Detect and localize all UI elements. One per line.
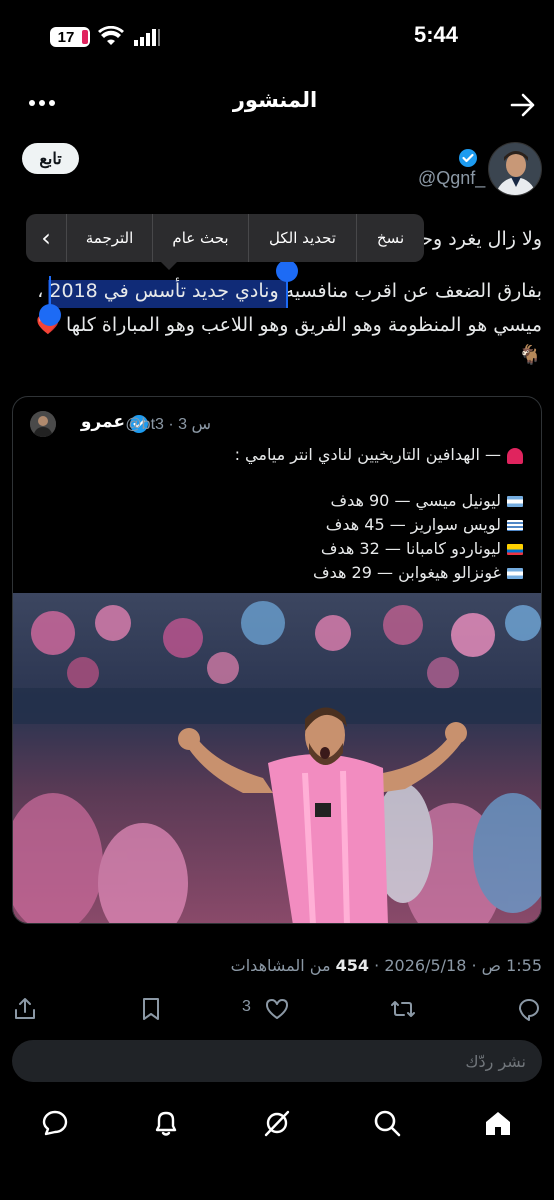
quote-author-avatar[interactable] [30, 411, 56, 437]
author-handle[interactable]: @Qgnf_ [418, 168, 485, 189]
battery-fill [82, 30, 88, 44]
scorer-line: ليونيل ميسي — 90 هدف [330, 491, 523, 510]
scorer-line: ليوناردو كامبانا — 32 هدف [321, 539, 523, 558]
quoted-post[interactable]: عمرو @bt3 · 3 س — الهدافين التاريخيين لن… [12, 396, 542, 924]
quote-meta: @bt3 · 3 س [125, 416, 211, 433]
argentina-flag-icon [507, 496, 523, 507]
context-menu-pointer [160, 261, 178, 270]
selection-start-handle[interactable] [276, 260, 298, 282]
text-context-menu: نسخ تحديد الكل بحث عام الترجمة › [26, 214, 424, 262]
verified-badge-icon [459, 149, 477, 167]
follow-button[interactable]: تابع [22, 143, 79, 174]
bookmark-icon[interactable] [138, 996, 164, 1022]
reply-icon[interactable] [516, 996, 542, 1022]
scorer-text: ليوناردو كامبانا — 32 هدف [320, 539, 501, 558]
search-icon[interactable] [372, 1108, 402, 1138]
goat-emoji: 🐐 [518, 344, 542, 366]
cellular-signal-icon [134, 29, 160, 46]
menu-copy[interactable]: نسخ [356, 214, 424, 262]
like-heart-icon[interactable] [264, 996, 290, 1022]
grok-icon[interactable] [262, 1108, 292, 1138]
views-count[interactable]: 454 [336, 956, 369, 975]
scorer-line: لويس سواريز — 45 هدف [326, 515, 523, 534]
post-text-line-1: ولا زال يغرد وحـ [415, 228, 542, 250]
menu-next-chevron-icon[interactable]: › [26, 214, 66, 262]
back-arrow-icon[interactable] [510, 92, 536, 118]
quote-author-name[interactable]: عمرو [81, 412, 125, 432]
siren-icon [507, 447, 523, 464]
more-options-icon[interactable] [28, 96, 56, 110]
messages-icon[interactable] [40, 1108, 70, 1138]
menu-translate[interactable]: الترجمة [66, 214, 152, 262]
scorer-text: غونزالو هيغوابن — 29 هدف [313, 563, 501, 582]
argentina-flag-icon [507, 568, 523, 579]
post-time: 1:55 ص · 2026/5/18 · [374, 956, 542, 975]
menu-search[interactable]: بحث عام [152, 214, 248, 262]
battery-indicator: 17 [50, 27, 90, 47]
scorer-text: ليونيل ميسي — 90 هدف [330, 491, 501, 510]
menu-select-all[interactable]: تحديد الكل [248, 214, 356, 262]
page-title: المنشور [232, 88, 318, 112]
quote-headline-text: — الهدافين التاريخيين لنادي انتر ميامي : [234, 445, 501, 464]
ecuador-flag-icon [507, 544, 523, 555]
reply-input[interactable] [12, 1040, 542, 1082]
post-text-line-3: ميسي هو المنظومة وهو الفريق وهو اللاعب و… [36, 313, 542, 336]
post-text-line-3-text: ميسي هو المنظومة وهو الفريق وهو اللاعب و… [65, 314, 542, 336]
repost-icon[interactable] [390, 996, 416, 1022]
scorer-line: غونزالو هيغوابن — 29 هدف [313, 563, 523, 582]
share-icon[interactable] [12, 996, 38, 1022]
quote-headline: — الهدافين التاريخيين لنادي انتر ميامي : [235, 445, 523, 464]
uruguay-flag-icon [507, 520, 523, 531]
post-timestamp-views: 1:55 ص · 2026/5/18 · 454 من المشاهدات [231, 956, 542, 975]
post-text-line-2: بفارق الضعف عن اقرب منافسيه ونادي جديد ت… [37, 280, 542, 302]
selection-end-handle[interactable] [39, 304, 61, 326]
quote-photo[interactable] [13, 593, 541, 923]
notifications-bell-icon[interactable] [151, 1108, 181, 1138]
views-label[interactable]: من المشاهدات [231, 956, 331, 975]
battery-level: 17 [57, 28, 75, 46]
status-time: 5:44 [414, 22, 459, 47]
home-icon[interactable] [483, 1108, 513, 1138]
author-avatar[interactable] [488, 142, 542, 196]
like-count[interactable]: 3 [242, 998, 251, 1016]
scorer-text: لويس سواريز — 45 هدف [325, 515, 501, 534]
wifi-icon [98, 26, 124, 45]
